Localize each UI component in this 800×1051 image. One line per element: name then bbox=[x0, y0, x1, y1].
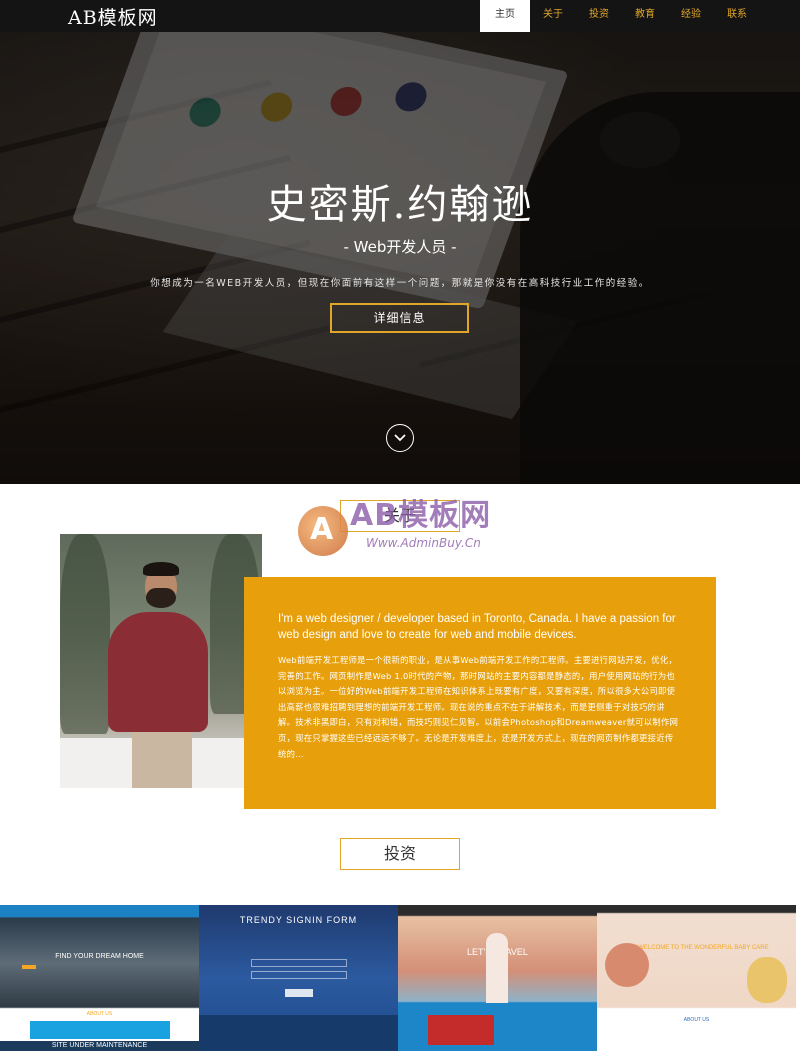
tile-person bbox=[486, 933, 508, 1003]
top-navbar: AB模板网 主页 关于 投资 教育 经验 联系 bbox=[0, 0, 800, 32]
site-brand[interactable]: AB模板网 bbox=[68, 3, 158, 30]
tile-photo bbox=[428, 1015, 494, 1045]
tile-footer: ABOUT US bbox=[683, 1017, 710, 1023]
about-card: I'm a web designer / developer based in … bbox=[244, 577, 716, 809]
watermark-logo: A bbox=[298, 506, 348, 556]
nav-item-portfolio[interactable]: 投资 bbox=[576, 0, 622, 32]
person-jacket bbox=[108, 612, 208, 732]
nav-item-education[interactable]: 教育 bbox=[622, 0, 668, 32]
tile-input bbox=[251, 959, 347, 967]
person-hair bbox=[143, 562, 179, 576]
nav-item-contact[interactable]: 联系 bbox=[714, 0, 760, 32]
scroll-down-button[interactable] bbox=[386, 424, 414, 452]
portfolio-tile[interactable]: TRENDY SIGNIN FORM bbox=[199, 905, 398, 1051]
watermark-url: Www.AdminBuy.Cn bbox=[366, 536, 481, 550]
tile-button bbox=[22, 965, 36, 969]
nav-item-experience[interactable]: 经验 bbox=[668, 0, 714, 32]
portfolio-tile[interactable]: FIND YOUR DREAM HOME ABOUT US SITE UNDER… bbox=[0, 905, 199, 1051]
hero-overlay bbox=[0, 32, 800, 484]
chevron-down-icon bbox=[394, 434, 406, 442]
hero-subtitle: - Web开发人员 - bbox=[343, 238, 457, 256]
person-beard bbox=[146, 588, 176, 608]
watermark: A AB模板网 Www.AdminBuy.Cn bbox=[298, 488, 508, 568]
tile-banner-text: SITE UNDER MAINTENANCE bbox=[51, 1042, 148, 1049]
tile-headline: TRENDY SIGNIN FORM bbox=[239, 915, 358, 925]
tile-headline: FIND YOUR DREAM HOME bbox=[55, 953, 144, 960]
tile-button bbox=[285, 989, 313, 997]
watermark-logo-letter: A bbox=[310, 512, 334, 547]
hero-description: 你想成为一名WEB开发人员，但现在你面前有这样一个问题，那就是你没有在高科技行业… bbox=[150, 278, 650, 289]
portfolio-section-title: 投资 bbox=[340, 838, 460, 870]
nav-item-home[interactable]: 主页 bbox=[480, 0, 530, 32]
details-button[interactable]: 详细信息 bbox=[330, 303, 469, 333]
photo-tree bbox=[60, 534, 110, 734]
tile-baby bbox=[605, 943, 649, 987]
tile-footer: ABOUT US bbox=[86, 1011, 113, 1017]
tile-banner: SITE UNDER MAINTENANCE bbox=[0, 1041, 199, 1051]
tile-teddy bbox=[747, 957, 787, 1003]
hero-title: 史密斯.约翰逊 bbox=[266, 182, 534, 228]
nav-item-about[interactable]: 关于 bbox=[530, 0, 576, 32]
profile-photo bbox=[60, 534, 262, 788]
portfolio-tile[interactable]: LET'S TRAVEL bbox=[398, 905, 597, 1051]
about-lead-text: I'm a web designer / developer based in … bbox=[278, 613, 676, 641]
tile-blue-panel bbox=[30, 1021, 170, 1039]
watermark-text: AB模板网 bbox=[350, 498, 492, 533]
portfolio-tile[interactable]: GET WELCOME TO THE WONDERFUL BABY CARE A… bbox=[597, 905, 796, 1051]
about-body-text: Web前端开发工程师是一个很新的职业，是从事Web前端开发工作的工程师。主要进行… bbox=[278, 655, 679, 759]
tile-bottom bbox=[199, 1015, 398, 1051]
nav-menu: 主页 关于 投资 教育 经验 联系 bbox=[480, 0, 760, 32]
tile-input bbox=[251, 971, 347, 979]
hero-section: 史密斯.约翰逊 - Web开发人员 - 你想成为一名WEB开发人员，但现在你面前… bbox=[0, 32, 800, 484]
portfolio-grid: FIND YOUR DREAM HOME ABOUT US SITE UNDER… bbox=[0, 905, 800, 1051]
